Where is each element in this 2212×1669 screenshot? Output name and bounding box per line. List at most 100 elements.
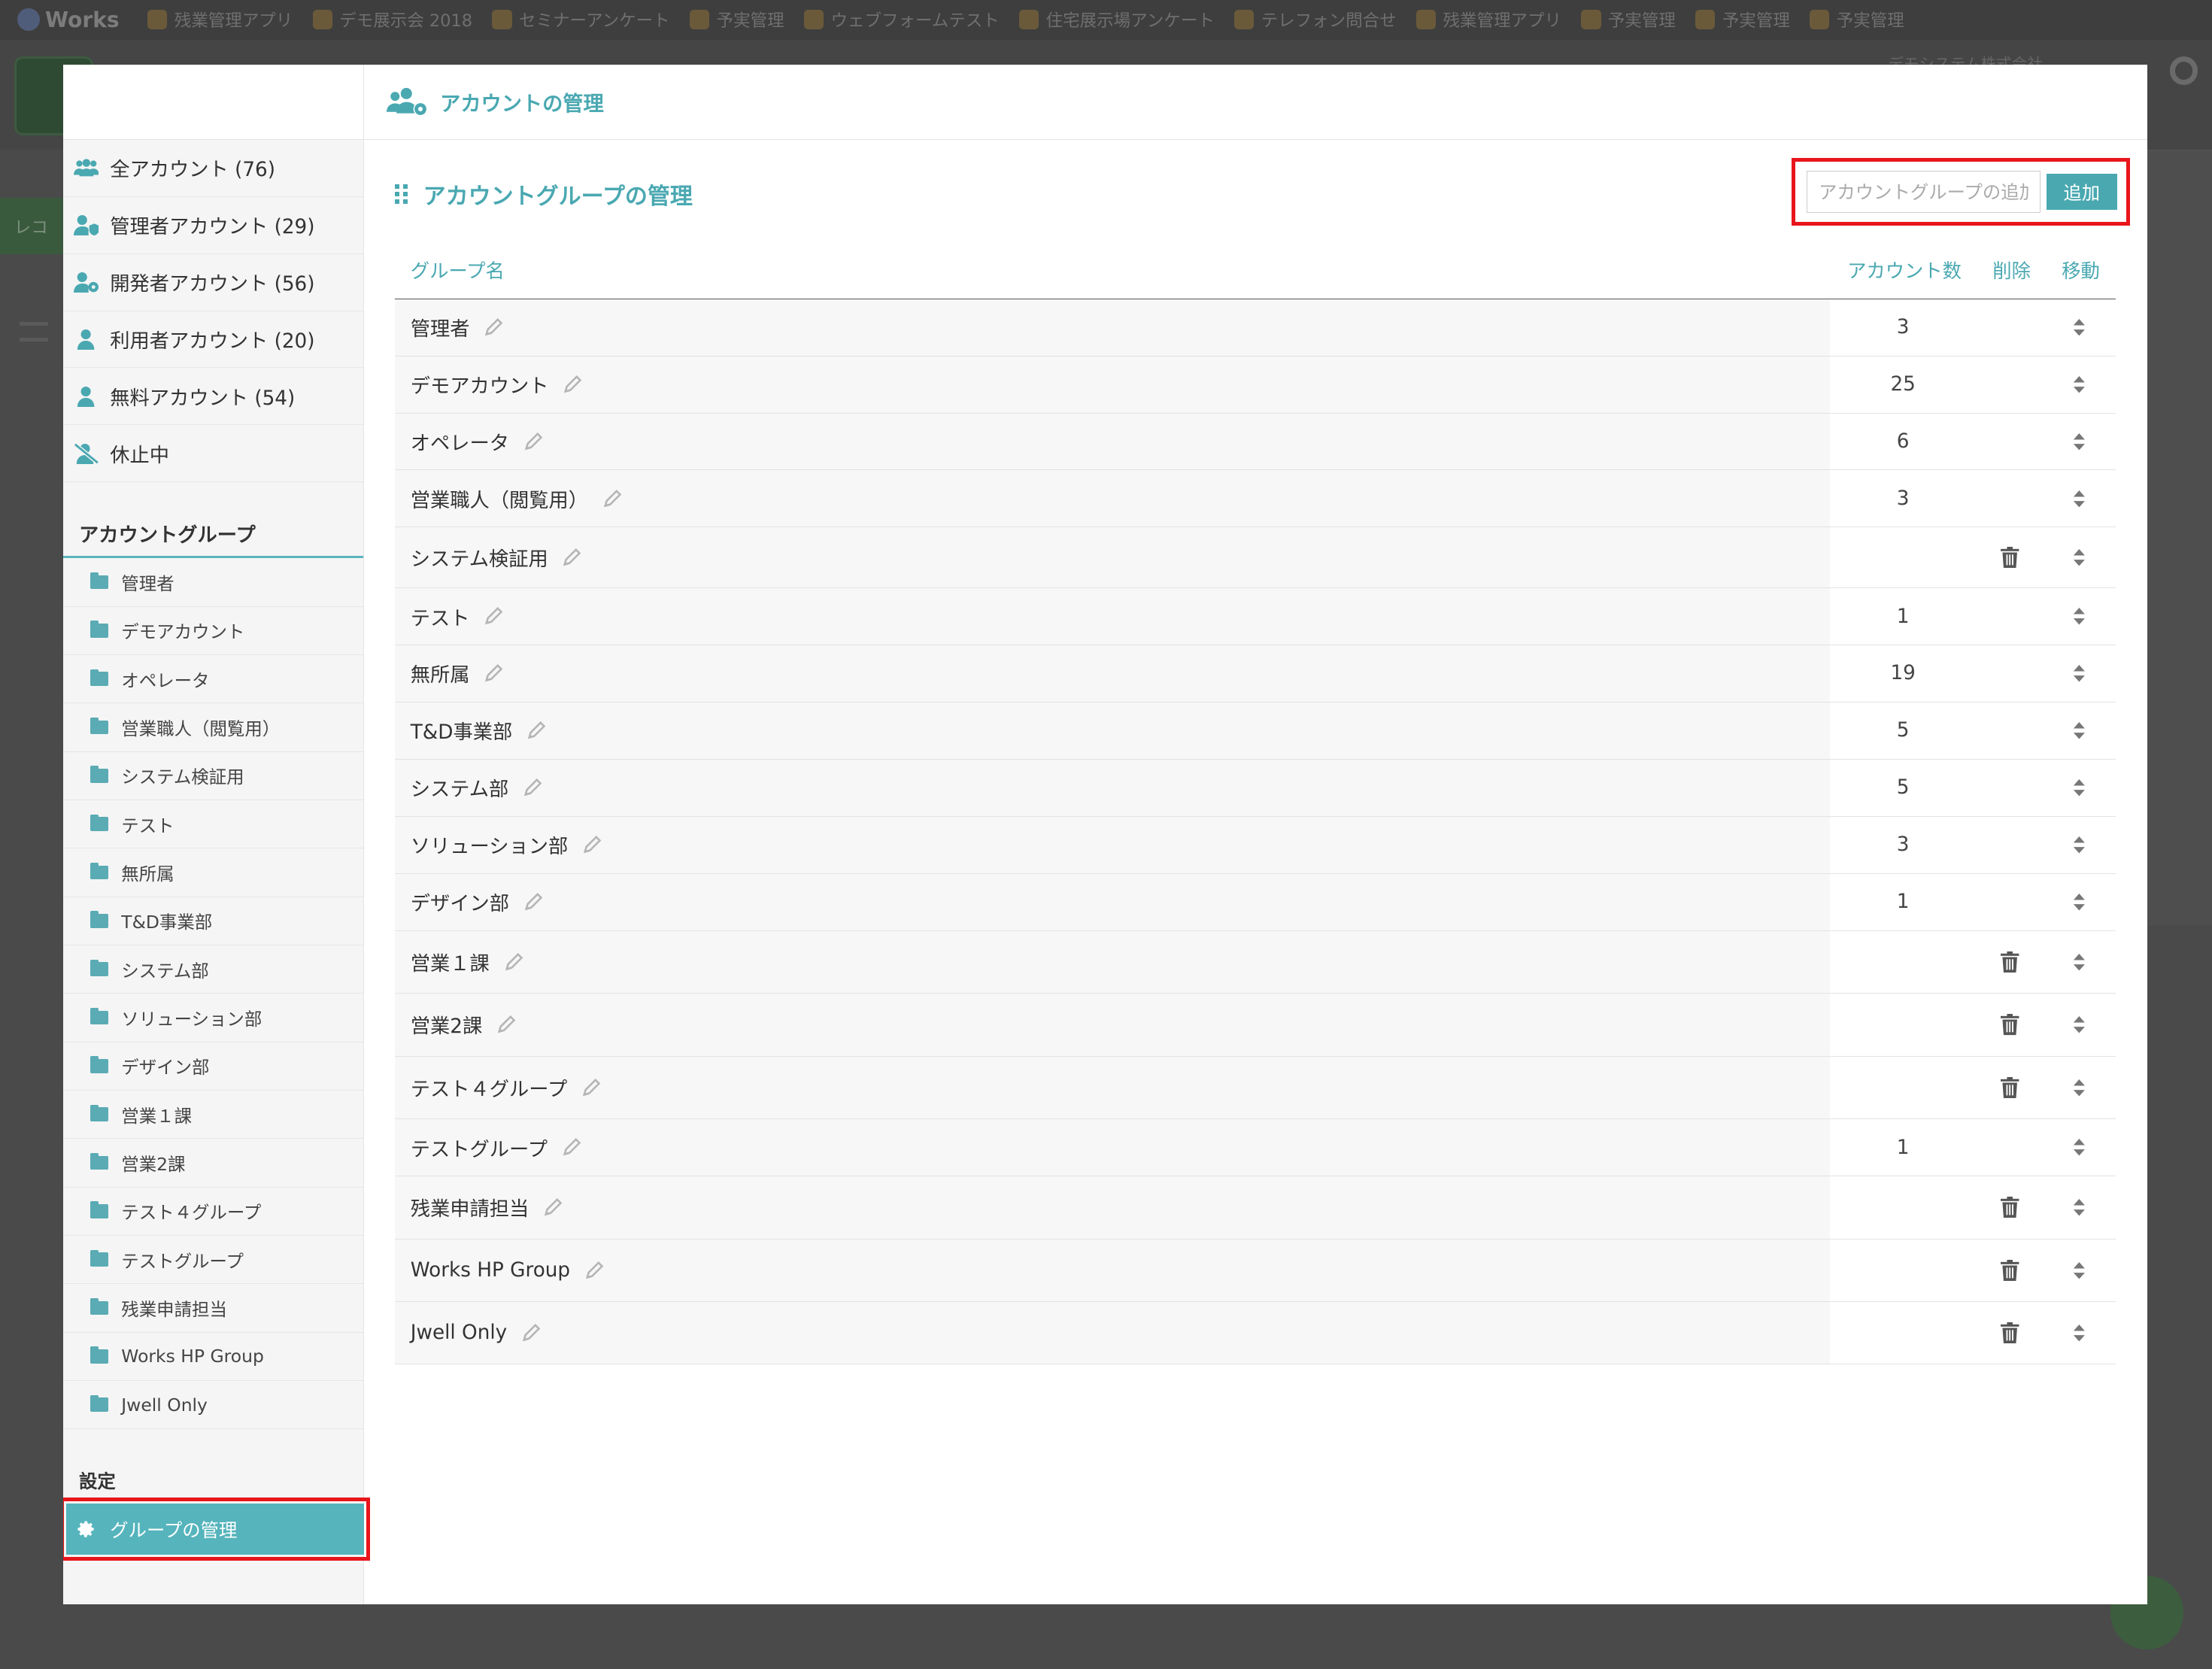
sidebar-group-item[interactable]: システム部 <box>63 945 363 994</box>
pencil-icon[interactable] <box>523 892 543 912</box>
pencil-icon[interactable] <box>521 1323 541 1343</box>
table-row: ソリューション部 3 <box>395 816 2116 874</box>
group-name: 営業2課 <box>410 1015 483 1039</box>
pencil-icon[interactable] <box>484 663 503 683</box>
sort-handle-icon[interactable] <box>2072 665 2086 682</box>
sidebar-group-label: デザイン部 <box>121 1057 210 1079</box>
sidebar-group-item[interactable]: デザイン部 <box>63 1042 363 1091</box>
user-slash-icon <box>73 441 99 466</box>
sidebar-group-item[interactable]: 残業申請担当 <box>63 1284 363 1333</box>
folder-icon <box>90 1152 109 1170</box>
sidebar-account-item[interactable]: 休止中 <box>63 425 363 483</box>
pencil-icon[interactable] <box>526 721 546 740</box>
trash-icon[interactable] <box>2001 1014 2019 1036</box>
trash-icon[interactable] <box>2001 1197 2019 1218</box>
trash-icon[interactable] <box>2001 1076 2019 1098</box>
sidebar-group-item[interactable]: ソリューション部 <box>63 994 363 1042</box>
group-name: システム部 <box>410 778 509 802</box>
account-count: 5 <box>1896 776 1910 800</box>
sort-handle-icon[interactable] <box>2072 894 2086 911</box>
folder-icon <box>90 959 109 977</box>
table-row: T&D事業部 5 <box>395 702 2116 760</box>
sort-handle-icon[interactable] <box>2072 953 2086 971</box>
pencil-icon[interactable] <box>562 548 581 567</box>
sidebar-group-item[interactable]: システム検証用 <box>63 752 363 801</box>
pencil-icon[interactable] <box>496 1015 516 1034</box>
pencil-icon[interactable] <box>563 375 582 394</box>
sort-handle-icon[interactable] <box>2072 490 2086 508</box>
sort-handle-icon[interactable] <box>2072 1079 2086 1097</box>
sidebar-group-item[interactable]: デモアカウント <box>63 607 363 656</box>
pencil-icon[interactable] <box>543 1197 563 1217</box>
column-header-move: 移動 <box>2062 259 2100 282</box>
pencil-icon[interactable] <box>484 317 503 337</box>
sidebar-group-label: テスト４グループ <box>121 1202 262 1224</box>
user-gear-icon <box>73 269 99 295</box>
pencil-icon[interactable] <box>562 1137 581 1157</box>
sidebar-group-label: システム部 <box>121 960 209 982</box>
group-name-cell: オペレータ <box>395 413 1830 470</box>
move-cell <box>2044 953 2115 971</box>
pencil-icon[interactable] <box>584 1261 604 1280</box>
sidebar-account-item[interactable]: 無料アカウント (54) <box>63 368 363 426</box>
sort-handle-icon[interactable] <box>2072 1261 2086 1279</box>
pencil-icon[interactable] <box>523 778 542 797</box>
sort-handle-icon[interactable] <box>2072 548 2086 566</box>
group-management-menu-item[interactable]: グループの管理 <box>63 1497 371 1561</box>
account-count: 25 <box>1890 373 1916 396</box>
sort-handle-icon[interactable] <box>2072 318 2086 336</box>
move-cell <box>2044 722 2115 739</box>
pencil-icon[interactable] <box>504 952 523 972</box>
sidebar-group-item[interactable]: テスト４グループ <box>63 1188 363 1236</box>
column-header-count: アカウント数 <box>1847 259 1962 282</box>
pencil-icon[interactable] <box>581 1078 601 1097</box>
sort-handle-icon[interactable] <box>2072 1199 2086 1216</box>
sort-handle-icon[interactable] <box>2072 1139 2086 1156</box>
group-name-cell: テストグループ <box>395 1119 1830 1176</box>
bookmark-label: 予実管理 <box>1836 11 1904 32</box>
sidebar-account-item[interactable]: 全アカウント (76) <box>63 140 363 197</box>
bookmark-icon <box>1581 10 1601 30</box>
folder-icon <box>90 1297 109 1315</box>
pencil-icon[interactable] <box>582 835 602 854</box>
sidebar-group-item[interactable]: 営業職人（閲覧用） <box>63 703 363 752</box>
pencil-icon[interactable] <box>523 432 543 451</box>
sidebar-group-label: オペレータ <box>121 669 210 691</box>
group-table: グループ名 アカウント数 削除 移動 管理者 3 デモアカウント 25 オペレータ 6 営業… <box>395 241 2116 1365</box>
sidebar-group-item[interactable]: 管理者 <box>63 558 363 607</box>
add-group-button[interactable]: 追加 <box>2046 173 2117 211</box>
sidebar-group-item[interactable]: Jwell Only <box>63 1381 363 1430</box>
sidebar-group-label: T&D事業部 <box>121 912 213 933</box>
sidebar-group-label: システム検証用 <box>121 766 244 788</box>
sidebar-group-item[interactable]: テスト <box>63 800 363 849</box>
sidebar-account-item[interactable]: 管理者アカウント (29) <box>63 197 363 254</box>
pencil-icon[interactable] <box>484 606 503 626</box>
sidebar-account-item[interactable]: 開発者アカウント (56) <box>63 254 363 311</box>
sidebar-group-item[interactable]: 営業2課 <box>63 1139 363 1188</box>
sort-handle-icon[interactable] <box>2072 375 2086 393</box>
folder-icon <box>90 572 109 590</box>
group-name: 残業申請担当 <box>410 1198 529 1221</box>
pencil-icon[interactable] <box>602 489 622 508</box>
sidebar-group-item[interactable]: 無所属 <box>63 848 363 897</box>
sort-handle-icon[interactable] <box>2072 722 2086 739</box>
sidebar-group-item[interactable]: オペレータ <box>63 655 363 704</box>
sidebar-group-item[interactable]: T&D事業部 <box>63 897 363 946</box>
trash-icon[interactable] <box>2001 1322 2019 1344</box>
sort-handle-icon[interactable] <box>2072 432 2086 451</box>
move-cell <box>2044 432 2115 451</box>
sidebar-group-item[interactable]: Works HP Group <box>63 1333 363 1381</box>
trash-icon[interactable] <box>2001 951 2019 973</box>
sort-handle-icon[interactable] <box>2072 608 2086 625</box>
sidebar-group-item[interactable]: テストグループ <box>63 1236 363 1285</box>
sort-handle-icon[interactable] <box>2072 779 2086 797</box>
trash-icon[interactable] <box>2001 547 2019 569</box>
sidebar-account-item[interactable]: 利用者アカウント (20) <box>63 311 363 369</box>
trash-icon[interactable] <box>2001 1259 2019 1281</box>
add-group-input[interactable] <box>1807 170 2041 214</box>
sort-handle-icon[interactable] <box>2072 1324 2086 1342</box>
sort-handle-icon[interactable] <box>2072 1016 2086 1033</box>
sidebar-account-label: 無料アカウント (54) <box>110 387 296 410</box>
sidebar-group-item[interactable]: 営業１課 <box>63 1091 363 1139</box>
sort-handle-icon[interactable] <box>2072 836 2086 854</box>
